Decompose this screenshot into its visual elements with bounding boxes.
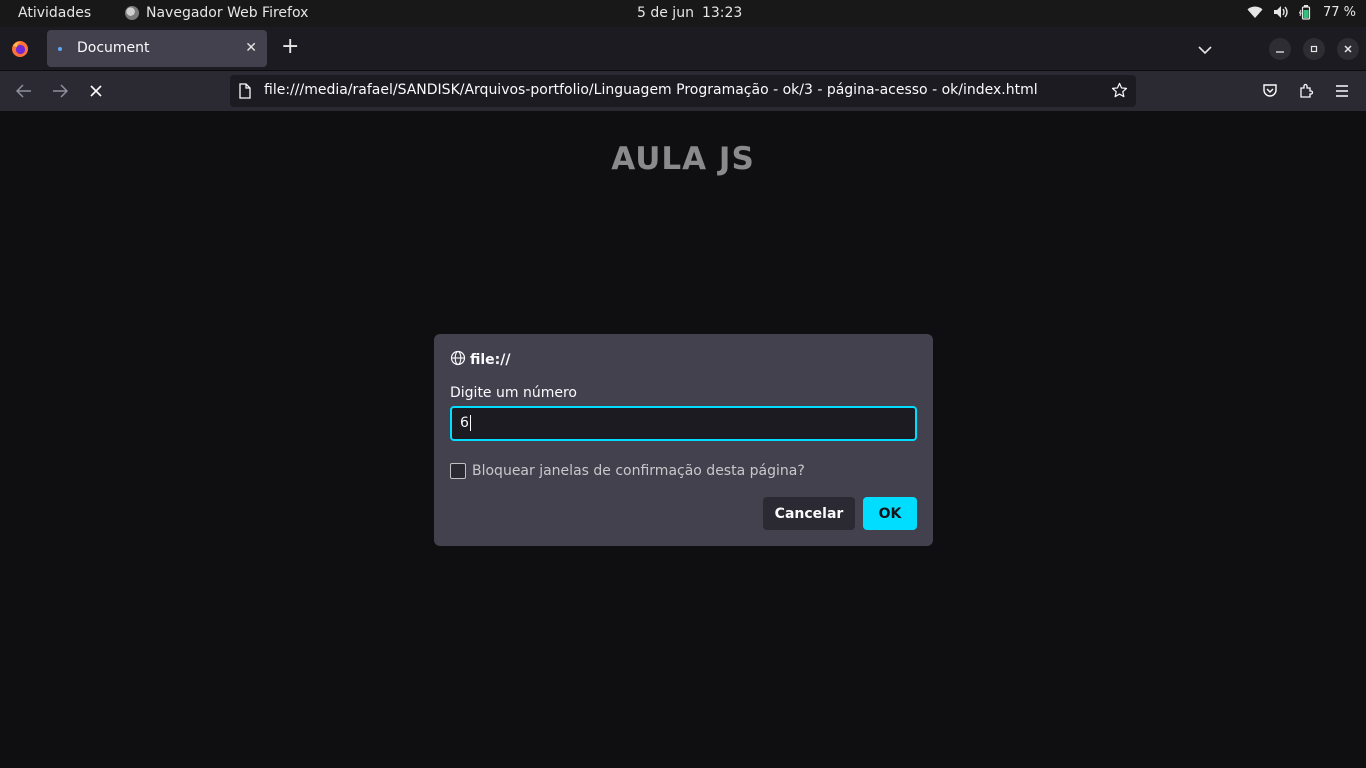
prompt-input[interactable]: 6 (450, 406, 917, 441)
block-dialogs-option[interactable]: Bloquear janelas de confirmação desta pá… (450, 463, 805, 479)
close-window-button[interactable] (1337, 38, 1359, 60)
clock[interactable]: 5 de jun 13:23 (637, 5, 742, 21)
minimize-window-button[interactable] (1269, 38, 1291, 60)
block-dialogs-label[interactable]: Bloquear janelas de confirmação desta pá… (472, 463, 805, 479)
page-document-icon[interactable] (239, 83, 251, 103)
clock-date: 5 de jun (637, 5, 694, 21)
close-tab-icon[interactable]: ✕ (245, 40, 257, 56)
restore-window-button[interactable] (1303, 38, 1325, 60)
bookmark-star-icon[interactable] (1111, 82, 1128, 103)
tab-document[interactable]: Document ✕ (47, 30, 267, 67)
app-name: Navegador Web Firefox (146, 5, 309, 21)
prompt-dialog: file:// Digite um número 6 Bloquear jane… (434, 334, 933, 546)
url-text[interactable]: file:///media/rafael/SANDISK/Arquivos-po… (264, 82, 1038, 98)
battery-percent: 77 % (1322, 4, 1356, 20)
firefox-logo-icon[interactable] (11, 40, 29, 58)
back-arrow-icon[interactable] (14, 81, 34, 101)
system-tray[interactable]: 77 % (1247, 4, 1356, 20)
page-heading: AULA JS (611, 141, 755, 177)
system-top-bar: Atividades Navegador Web Firefox 5 de ju… (0, 0, 1366, 27)
dialog-origin: file:// (450, 350, 511, 370)
activities-button[interactable]: Atividades (18, 5, 91, 21)
firefox-mini-icon (125, 6, 139, 20)
prompt-input-value: 6 (460, 415, 469, 431)
forward-arrow-icon[interactable] (50, 81, 70, 101)
navigation-toolbar: file:///media/rafael/SANDISK/Arquivos-po… (0, 71, 1366, 111)
battery-charging-icon (1298, 4, 1313, 20)
ok-button[interactable]: OK (863, 497, 917, 530)
hamburger-menu-icon[interactable] (1332, 81, 1352, 101)
text-caret (469, 415, 471, 431)
wifi-icon (1247, 5, 1263, 19)
new-tab-button[interactable]: + (281, 36, 299, 58)
tab-title: Document (77, 40, 150, 56)
prompt-label: Digite um número (450, 385, 577, 401)
tab-loading-icon (58, 47, 62, 51)
globe-icon (450, 350, 466, 370)
cancel-button[interactable]: Cancelar (763, 497, 855, 530)
block-dialogs-checkbox[interactable] (450, 463, 466, 479)
volume-icon (1273, 5, 1289, 19)
pocket-icon[interactable] (1260, 81, 1280, 101)
app-menu[interactable]: Navegador Web Firefox (125, 5, 308, 21)
clock-time: 13:23 (701, 5, 743, 21)
tab-list-chevron-down-icon[interactable] (1198, 40, 1212, 59)
tab-strip: Document ✕ + (0, 27, 1366, 71)
dialog-origin-text: file:// (470, 352, 511, 368)
address-bar[interactable]: file:///media/rafael/SANDISK/Arquivos-po… (230, 75, 1136, 107)
stop-loading-icon[interactable] (86, 81, 106, 101)
extensions-puzzle-icon[interactable] (1296, 81, 1316, 101)
